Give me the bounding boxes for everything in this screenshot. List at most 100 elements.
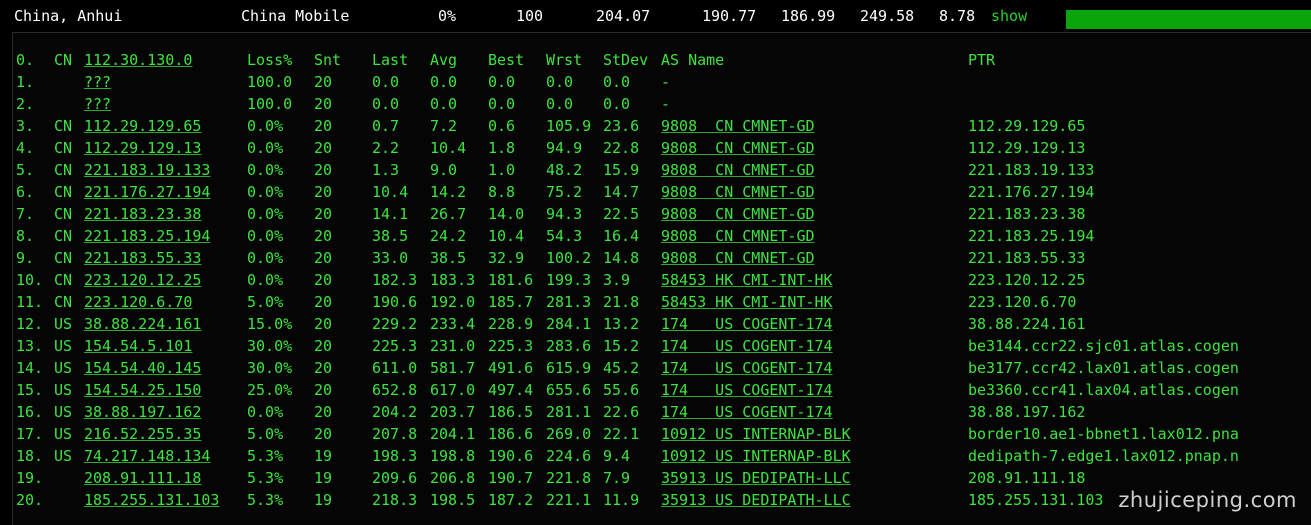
snt-cell: 20 xyxy=(314,249,333,267)
host-link[interactable]: 185.255.131.103 xyxy=(84,491,219,509)
ptr-cell: border10.ae1-bbnet1.lax012.pna xyxy=(968,425,1239,443)
avg-cell: 206.8 xyxy=(430,469,476,487)
table-row: 17. US 216.52.255.35 5.0% 20 207.8 204.1 186.6 2… xyxy=(13,425,1311,447)
host-link[interactable]: 112.29.129.65 xyxy=(84,117,201,135)
as-name-link[interactable]: 9808 CN CMNET-GD xyxy=(661,183,815,201)
country-code: CN xyxy=(54,205,73,223)
host-link[interactable]: 216.52.255.35 xyxy=(84,425,201,443)
avg-cell: 233.4 xyxy=(430,315,476,333)
snt-cell: 20 xyxy=(314,425,333,443)
table-header: 0. CN 112.30.130.0 Loss% Snt Last Avg Be… xyxy=(13,51,1311,73)
country-code: US xyxy=(54,337,73,355)
snt-cell: 20 xyxy=(314,359,333,377)
wrst-cell: 224.6 xyxy=(546,447,592,465)
header-snt: Snt xyxy=(314,51,342,69)
as-name-link[interactable]: 35913 US DEDIPATH-LLC xyxy=(661,469,851,487)
ptr-cell: be3144.ccr22.sjc01.atlas.cogen xyxy=(968,337,1239,355)
as-name-link[interactable]: 9808 CN CMNET-GD xyxy=(661,117,815,135)
best-cell: 190.7 xyxy=(488,469,534,487)
table-row: 19. 208.91.111.18 5.3% 19 209.6 206.8 190.7 221… xyxy=(13,469,1311,491)
host-link[interactable]: 154.54.40.145 xyxy=(84,359,201,377)
host-link[interactable]: 38.88.224.161 xyxy=(84,315,201,333)
stdev-cell: 23.6 xyxy=(603,117,640,135)
country-code: CN xyxy=(54,293,73,311)
loss-cell: 5.0% xyxy=(247,293,284,311)
table-row: 2.??? 100.0 20 0.0 0.0 0.0 0.0 0.0 - xyxy=(13,95,1311,117)
as-name-link[interactable]: 10912 US INTERNAP-BLK xyxy=(661,447,851,465)
host-link[interactable]: 223.120.12.25 xyxy=(84,271,201,289)
host-link[interactable]: 221.183.23.38 xyxy=(84,205,201,223)
avg-cell: 183.3 xyxy=(430,271,476,289)
last-cell: 204.2 xyxy=(372,403,418,421)
best-cell: 1.8 xyxy=(488,139,516,157)
host-link[interactable]: 208.91.111.18 xyxy=(84,469,201,487)
as-name-link[interactable]: 174 US COGENT-174 xyxy=(661,337,833,355)
loss-cell: 5.3% xyxy=(247,469,284,487)
best-cell: 187.2 xyxy=(488,491,534,509)
hop-number: 10. xyxy=(16,271,44,289)
best-cell: 1.0 xyxy=(488,161,516,179)
as-name-link[interactable]: 10912 US INTERNAP-BLK xyxy=(661,425,851,443)
country-code: US xyxy=(54,315,73,333)
host-link[interactable]: 221.176.27.194 xyxy=(84,183,210,201)
loss-cell: 15.0% xyxy=(247,315,293,333)
best-cell: 0.6 xyxy=(488,117,516,135)
hop-number: 5. xyxy=(16,161,35,179)
table-row: 4. CN 112.29.129.13 0.0% 20 2.2 10.4 1.8 94.9 22.… xyxy=(13,139,1311,161)
as-name-link[interactable]: 9808 CN CMNET-GD xyxy=(661,139,815,157)
host-link[interactable]: 154.54.5.101 xyxy=(84,337,192,355)
table-row: 16. US 38.88.197.162 0.0% 20 204.2 203.7 186.5 2… xyxy=(13,403,1311,425)
stdev-cell: 0.0 xyxy=(603,95,631,113)
host-link[interactable]: 223.120.6.70 xyxy=(84,293,192,311)
country-code: CN xyxy=(54,249,73,267)
as-name-link[interactable]: 9808 CN CMNET-GD xyxy=(661,161,815,179)
as-name-link[interactable]: 35913 US DEDIPATH-LLC xyxy=(661,491,851,509)
as-name-link[interactable]: 174 US COGENT-174 xyxy=(661,403,833,421)
wrst-cell: 221.8 xyxy=(546,469,592,487)
table-row: 8. CN 221.183.25.194 0.0% 20 38.5 24.2 10.4 54.3… xyxy=(13,227,1311,249)
header-host-link[interactable]: 112.30.130.0 xyxy=(84,51,192,69)
host-link[interactable]: 221.183.25.194 xyxy=(84,227,210,245)
as-name-link[interactable]: 9808 CN CMNET-GD xyxy=(661,249,815,267)
host-link[interactable]: 38.88.197.162 xyxy=(84,403,201,421)
stdev-cell: 9.4 xyxy=(603,447,631,465)
stdev-cell: 14.7 xyxy=(603,183,640,201)
host-link[interactable]: ??? xyxy=(84,73,111,91)
table-row: 18. US 74.217.148.134 5.3% 19 198.3 198.8 190.6… xyxy=(13,447,1311,469)
country-code: US xyxy=(54,403,73,421)
avg-cell: 7.2 xyxy=(430,117,458,135)
as-name-link[interactable]: 58453 HK CMI-INT-HK xyxy=(661,271,833,289)
as-name-link[interactable]: 174 US COGENT-174 xyxy=(661,315,833,333)
host-link[interactable]: 221.183.19.133 xyxy=(84,161,210,179)
show-link[interactable]: show xyxy=(991,7,1027,25)
avg-cell: 24.2 xyxy=(430,227,467,245)
location-label: China, Anhui xyxy=(14,7,123,25)
avg-cell: 0.0 xyxy=(430,95,458,113)
hop-number: 20. xyxy=(16,491,44,509)
as-name-link[interactable]: 9808 CN CMNET-GD xyxy=(661,205,815,223)
summary-worst: 249.58 xyxy=(860,7,915,25)
best-cell: 10.4 xyxy=(488,227,525,245)
wrst-cell: 0.0 xyxy=(546,73,574,91)
loss-cell: 0.0% xyxy=(247,249,284,267)
as-name-link[interactable]: 9808 CN CMNET-GD xyxy=(661,227,815,245)
avg-cell: 0.0 xyxy=(430,73,458,91)
as-name-link[interactable]: 174 US COGENT-174 xyxy=(661,381,833,399)
host-link[interactable]: 154.54.25.150 xyxy=(84,381,201,399)
as-name-link[interactable]: 174 US COGENT-174 xyxy=(661,359,833,377)
avg-cell: 38.5 xyxy=(430,249,467,267)
host-link[interactable]: 221.183.55.33 xyxy=(84,249,201,267)
host-link[interactable]: ??? xyxy=(84,95,111,113)
stdev-cell: 14.8 xyxy=(603,249,640,267)
avg-cell: 198.5 xyxy=(430,491,476,509)
avg-cell: 192.0 xyxy=(430,293,476,311)
host-link[interactable]: 74.217.148.134 xyxy=(84,447,210,465)
last-cell: 225.3 xyxy=(372,337,418,355)
ptr-cell: 112.29.129.13 xyxy=(968,139,1086,157)
host-link[interactable]: 112.29.129.13 xyxy=(84,139,201,157)
loss-cell: 0.0% xyxy=(247,161,284,179)
snt-cell: 20 xyxy=(314,381,333,399)
ptr-cell: dedipath-7.edge1.lax012.pnap.n xyxy=(968,447,1239,465)
best-cell: 228.9 xyxy=(488,315,534,333)
as-name-link[interactable]: 58453 HK CMI-INT-HK xyxy=(661,293,833,311)
